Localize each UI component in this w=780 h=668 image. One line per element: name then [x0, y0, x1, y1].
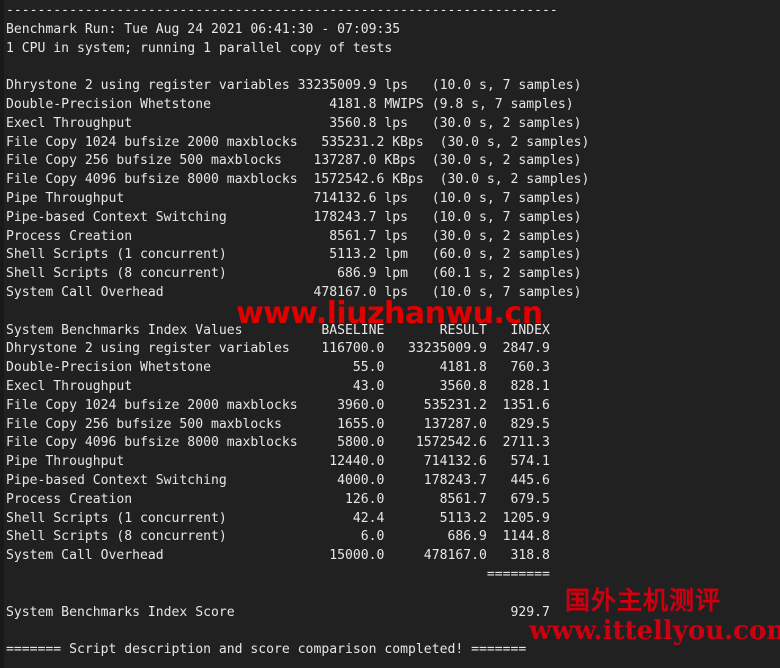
result-row: Execl Throughput 3560.8 lps (30.0 s, 2 s…	[6, 115, 582, 131]
cpu-info-line: 1 CPU in system; running 1 parallel copy…	[6, 40, 393, 56]
index-table-header: System Benchmarks Index Values BASELINE …	[6, 322, 550, 338]
index-table-row: Double-Precision Whetstone 55.0 4181.8 7…	[6, 360, 550, 376]
raw-results-block: Dhrystone 2 using register variables 332…	[0, 77, 780, 303]
result-row: Pipe-based Context Switching 178243.7 lp…	[6, 209, 582, 225]
index-table-row: Process Creation 126.0 8561.7 679.5	[6, 491, 550, 507]
terminal-window: ----------------------------------------…	[0, 0, 780, 668]
index-score-separator: ========	[6, 566, 550, 582]
index-table-row: File Copy 256 bufsize 500 maxblocks 1655…	[6, 416, 550, 432]
result-row: Shell Scripts (8 concurrent) 686.9 lpm (…	[6, 266, 582, 282]
index-table-row: Dhrystone 2 using register variables 116…	[6, 341, 550, 357]
result-row: Shell Scripts (1 concurrent) 5113.2 lpm …	[6, 247, 582, 263]
index-table-row: Pipe-based Context Switching 4000.0 1782…	[6, 472, 550, 488]
index-table-row: System Call Overhead 15000.0 478167.0 31…	[6, 548, 550, 564]
script-completed-footer: ======= Script description and score com…	[6, 642, 527, 658]
benchmark-run-header: Benchmark Run: Tue Aug 24 2021 06:41:30 …	[6, 21, 401, 37]
result-row: File Copy 4096 bufsize 8000 maxblocks 15…	[6, 172, 590, 188]
index-table-row: Execl Throughput 43.0 3560.8 828.1	[6, 378, 550, 394]
result-row: Process Creation 8561.7 lps (30.0 s, 2 s…	[6, 228, 582, 244]
result-row: Dhrystone 2 using register variables 332…	[6, 78, 582, 94]
index-table-row: File Copy 4096 bufsize 8000 maxblocks 58…	[6, 435, 550, 451]
result-row: File Copy 256 bufsize 500 maxblocks 1372…	[6, 153, 582, 169]
index-values-table: System Benchmarks Index Values BASELINE …	[0, 322, 780, 623]
index-table-row: File Copy 1024 bufsize 2000 maxblocks 39…	[6, 397, 550, 413]
result-row: Double-Precision Whetstone 4181.8 MWIPS …	[6, 96, 574, 112]
top-divider-rule: ----------------------------------------…	[6, 3, 558, 18]
result-row: Pipe Throughput 714132.6 lps (10.0 s, 7 …	[6, 190, 582, 206]
index-table-row: Shell Scripts (8 concurrent) 6.0 686.9 1…	[6, 529, 550, 545]
index-table-row: Shell Scripts (1 concurrent) 42.4 5113.2…	[6, 510, 550, 526]
index-score-row: System Benchmarks Index Score 929.7	[6, 604, 550, 620]
result-row: File Copy 1024 bufsize 2000 maxblocks 53…	[6, 134, 590, 150]
index-table-row: Pipe Throughput 12440.0 714132.6 574.1	[6, 454, 550, 470]
result-row: System Call Overhead 478167.0 lps (10.0 …	[6, 284, 582, 300]
